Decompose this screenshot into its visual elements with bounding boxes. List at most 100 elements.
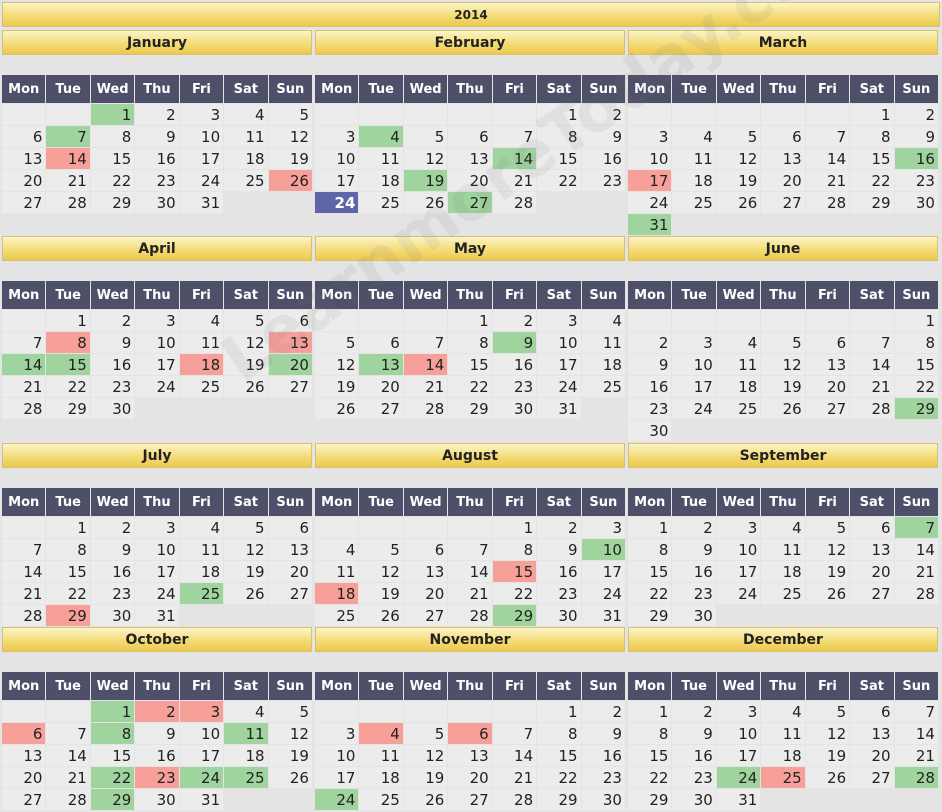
day-cell[interactable]: 19 [403, 170, 448, 191]
day-cell[interactable]: 18 [716, 376, 761, 397]
day-cell[interactable]: 12 [224, 332, 268, 353]
day-cell[interactable]: 28 [492, 192, 537, 213]
day-cell[interactable]: 11 [224, 723, 268, 744]
day-cell[interactable]: 8 [628, 539, 672, 560]
day-cell[interactable]: 16 [672, 745, 716, 766]
day-cell[interactable]: 19 [805, 745, 850, 766]
day-cell[interactable]: 2 [90, 517, 135, 538]
day-cell[interactable]: 21 [894, 561, 938, 582]
day-cell[interactable]: 4 [224, 104, 268, 125]
day-cell[interactable]: 3 [628, 126, 672, 147]
day-cell[interactable]: 13 [2, 148, 46, 169]
day-cell[interactable]: 11 [716, 354, 761, 375]
day-cell[interactable]: 6 [761, 126, 805, 147]
day-cell[interactable]: 25 [359, 192, 403, 213]
day-cell[interactable]: 19 [761, 376, 805, 397]
day-cell[interactable]: 19 [224, 354, 268, 375]
day-cell[interactable]: 13 [2, 745, 46, 766]
day-cell[interactable]: 15 [537, 148, 581, 169]
day-cell[interactable]: 14 [46, 745, 90, 766]
day-cell[interactable]: 28 [894, 767, 938, 788]
day-cell[interactable]: 11 [672, 148, 716, 169]
day-cell[interactable]: 5 [403, 126, 448, 147]
day-cell[interactable]: 20 [359, 376, 403, 397]
day-cell[interactable]: 20 [403, 583, 448, 604]
day-cell[interactable]: 21 [850, 376, 894, 397]
day-cell[interactable]: 7 [894, 701, 938, 722]
day-cell[interactable]: 24 [315, 192, 359, 213]
day-cell[interactable]: 9 [90, 539, 135, 560]
day-cell[interactable]: 24 [716, 583, 761, 604]
day-cell[interactable]: 8 [850, 126, 894, 147]
day-cell[interactable]: 12 [805, 539, 850, 560]
day-cell[interactable]: 30 [672, 605, 716, 626]
day-cell[interactable]: 27 [2, 192, 46, 213]
day-cell[interactable]: 6 [850, 701, 894, 722]
day-cell[interactable]: 28 [2, 398, 46, 419]
day-cell[interactable]: 31 [716, 789, 761, 810]
day-cell[interactable]: 2 [672, 517, 716, 538]
day-cell[interactable]: 13 [448, 745, 492, 766]
day-cell[interactable]: 20 [805, 376, 850, 397]
day-cell[interactable]: 22 [448, 376, 492, 397]
day-cell[interactable]: 11 [359, 148, 403, 169]
day-cell[interactable]: 8 [894, 332, 938, 353]
day-cell[interactable]: 26 [403, 789, 448, 810]
day-cell[interactable]: 2 [135, 701, 179, 722]
day-cell[interactable]: 12 [268, 723, 312, 744]
day-cell[interactable]: 6 [359, 332, 403, 353]
day-cell[interactable]: 28 [46, 789, 90, 810]
day-cell[interactable]: 24 [179, 170, 224, 191]
day-cell[interactable]: 3 [581, 517, 625, 538]
day-cell[interactable]: 10 [135, 539, 179, 560]
day-cell[interactable]: 14 [805, 148, 850, 169]
day-cell[interactable]: 22 [628, 583, 672, 604]
day-cell[interactable]: 11 [179, 332, 224, 353]
day-cell[interactable]: 30 [894, 192, 938, 213]
day-cell[interactable]: 25 [761, 583, 805, 604]
day-cell[interactable]: 15 [46, 561, 90, 582]
day-cell[interactable]: 24 [628, 192, 672, 213]
day-cell[interactable]: 17 [315, 170, 359, 191]
day-cell[interactable]: 4 [179, 310, 224, 331]
day-cell[interactable]: 20 [268, 354, 312, 375]
day-cell[interactable]: 30 [135, 789, 179, 810]
day-cell[interactable]: 16 [894, 148, 938, 169]
day-cell[interactable]: 21 [403, 376, 448, 397]
day-cell[interactable]: 23 [581, 767, 625, 788]
day-cell[interactable]: 22 [850, 170, 894, 191]
day-cell[interactable]: 10 [135, 332, 179, 353]
day-cell[interactable]: 29 [850, 192, 894, 213]
day-cell[interactable]: 10 [537, 332, 581, 353]
day-cell[interactable]: 13 [850, 723, 894, 744]
day-cell[interactable]: 1 [90, 701, 135, 722]
day-cell[interactable]: 31 [179, 192, 224, 213]
day-cell[interactable]: 10 [716, 539, 761, 560]
day-cell[interactable]: 12 [761, 354, 805, 375]
day-cell[interactable]: 3 [135, 517, 179, 538]
day-cell[interactable]: 17 [716, 561, 761, 582]
day-cell[interactable]: 11 [359, 745, 403, 766]
day-cell[interactable]: 27 [403, 605, 448, 626]
day-cell[interactable]: 12 [359, 561, 403, 582]
day-cell[interactable]: 5 [805, 701, 850, 722]
day-cell[interactable]: 6 [448, 723, 492, 744]
day-cell[interactable]: 30 [135, 192, 179, 213]
day-cell[interactable]: 6 [268, 517, 312, 538]
day-cell[interactable]: 7 [2, 332, 46, 353]
day-cell[interactable]: 1 [850, 104, 894, 125]
day-cell[interactable]: 25 [672, 192, 716, 213]
day-cell[interactable]: 17 [581, 561, 625, 582]
day-cell[interactable]: 24 [537, 376, 581, 397]
day-cell[interactable]: 8 [628, 723, 672, 744]
day-cell[interactable]: 29 [46, 605, 90, 626]
day-cell[interactable]: 16 [90, 561, 135, 582]
day-cell[interactable]: 28 [46, 192, 90, 213]
day-cell[interactable]: 12 [403, 745, 448, 766]
day-cell[interactable]: 13 [850, 539, 894, 560]
day-cell[interactable]: 29 [90, 789, 135, 810]
day-cell[interactable]: 13 [268, 539, 312, 560]
day-cell[interactable]: 5 [761, 332, 805, 353]
day-cell[interactable]: 10 [628, 148, 672, 169]
day-cell[interactable]: 26 [224, 583, 268, 604]
